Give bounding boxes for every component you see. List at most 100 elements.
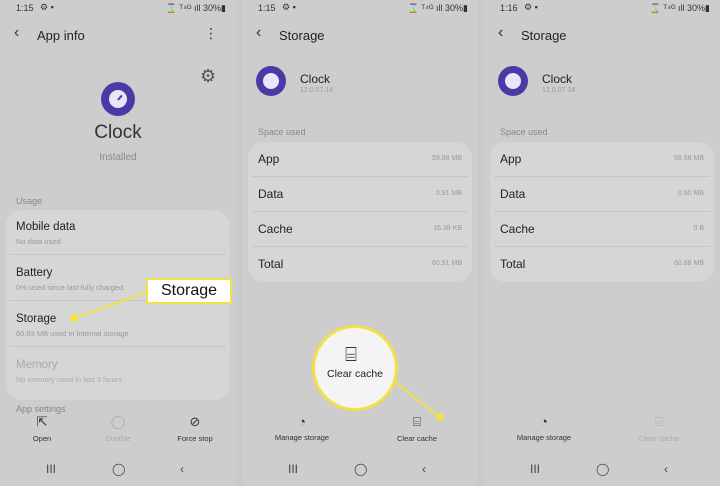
disable-icon: ◯ [110,414,126,429]
divider [494,246,710,247]
cache-size-row: Cache 0 B [500,222,704,242]
usage-section-label: Usage [16,196,43,206]
status-time: 1:15 [258,3,276,13]
row-label: Cache [500,222,535,236]
status-icons-right: ⌛ ᵀ⁴ᴳ ıll 30%▮ [165,3,226,13]
total-size-row: Total 60.88 MB [500,257,704,277]
clock-app-icon [498,66,528,96]
disable-button[interactable]: ◯ Disable [98,414,138,443]
manage-storage-label: Manage storage [516,433,572,442]
open-button[interactable]: ⇱ Open [26,414,58,443]
page-title: Storage [521,28,567,43]
storage-sub: 60.93 MB used in Internal storage [16,329,129,338]
app-bar: ‹ App info ⋮ [0,20,236,50]
space-used-label: Space used [500,127,548,137]
clear-cache-icon: ⌸ [345,344,357,366]
clear-cache-button[interactable]: ⌸ Clear cache [634,414,684,443]
row-label: App [258,152,280,166]
divider [10,254,226,255]
clear-cache-callout-label: Clear cache [326,368,384,380]
install-status: Installed [99,152,137,163]
manage-storage-label: Manage storage [274,433,330,442]
divider [494,176,710,177]
data-size-row: Data 0.91 MB [258,187,462,207]
app-info-screen: 1:15 ⚙ ▪ ⌛ ᵀ⁴ᴳ ıll 30%▮ ‹ App info ⋮ ⚙ C… [0,0,236,486]
memory-title: Memory [16,359,58,371]
recents-icon[interactable]: III [46,462,56,476]
open-external-icon: ⇱ [36,414,48,429]
status-bar: 1:15 ⚙ ▪ ⌛ ᵀ⁴ᴳ ıll 30%▮ [242,0,478,16]
force-stop-button[interactable]: ⊘ Force stop [172,414,218,443]
app-name: Clock [94,122,142,143]
status-icons-left: ⚙ ▪ [40,2,54,12]
nav-back-icon[interactable]: ‹ [664,462,668,476]
clear-cache-label: Clear cache [396,434,438,443]
manage-storage-button[interactable]: ◔ Manage storage [270,414,334,442]
status-icons-right: ⌛ ᵀ⁴ᴳ ıll 30%▮ [407,3,468,13]
status-icons-left: ⚙ ▪ [282,2,296,12]
status-icons-right: ⌛ ᵀ⁴ᴳ ıll 30%▮ [649,3,710,13]
divider [10,346,226,347]
manage-storage-icon: ◔ [540,414,548,429]
manage-storage-button[interactable]: ◔ Manage storage [512,414,576,442]
row-value: 0 B [693,225,704,232]
cache-size-row: Cache 16.38 KB [258,222,462,242]
app-version: 12.0.07.14 [300,87,334,94]
divider [252,211,468,212]
row-label: Data [258,187,284,201]
divider [252,176,468,177]
clear-cache-callout-dot [436,413,444,421]
nav-back-icon[interactable]: ‹ [180,462,184,476]
home-icon[interactable]: ◯ [112,462,125,476]
clear-cache-icon: ⌸ [655,414,663,429]
app-name: Clock [542,72,573,86]
nav-back-icon[interactable]: ‹ [422,462,426,476]
status-icons-left: ⚙ ▪ [524,2,538,12]
manage-storage-icon: ◔ [298,414,306,429]
space-used-label: Space used [258,127,306,137]
page-title: App info [37,28,85,43]
row-value: 60.91 MB [432,260,462,267]
clock-app-icon [256,66,286,96]
home-icon[interactable]: ◯ [354,462,367,476]
back-arrow-icon[interactable]: ‹ [14,24,19,42]
back-arrow-icon[interactable]: ‹ [498,24,503,42]
battery-title: Battery [16,267,53,279]
total-size-row: Total 60.91 MB [258,257,462,277]
clock-app-icon [101,82,135,116]
app-settings-section-label: App settings [16,404,66,414]
back-arrow-icon[interactable]: ‹ [256,24,261,42]
recents-icon[interactable]: III [530,462,540,476]
mobile-data-title: Mobile data [16,221,76,233]
row-value: 59.98 MB [432,155,462,162]
row-value: 0.91 MB [435,190,462,197]
app-size-row: App 59.98 MB [500,152,704,172]
recents-icon[interactable]: III [288,462,298,476]
status-bar: 1:16 ⚙ ▪ ⌛ ᵀ⁴ᴳ ıll 30%▮ [484,0,720,16]
app-bar: ‹ Storage [242,20,478,50]
bottom-action-bar: ◔ Manage storage ⌸ Clear cache [484,414,720,454]
more-options-icon[interactable]: ⋮ [204,25,218,42]
home-icon[interactable]: ◯ [596,462,609,476]
page-title: Storage [279,28,325,43]
force-stop-label: Force stop [177,434,213,443]
battery-sub: 0% used since last fully charged [16,283,124,292]
status-time: 1:15 [16,3,34,13]
nav-bar: III ◯ ‹ [0,460,236,480]
clear-cache-label: Clear cache [638,434,680,443]
clear-cache-button[interactable]: ⌸ Clear cache [392,414,442,443]
divider [494,211,710,212]
mobile-data-sub: No data used [16,237,61,246]
row-value: 0.90 MB [677,190,704,197]
open-label: Open [32,434,52,443]
row-value: 59.98 MB [674,155,704,162]
status-time: 1:16 [500,3,518,13]
app-bar: ‹ Storage [484,20,720,50]
storage-screen-after: 1:16 ⚙ ▪ ⌛ ᵀ⁴ᴳ ıll 30%▮ ‹ Storage Clock … [484,0,720,486]
settings-gear-icon[interactable]: ⚙ [200,66,216,87]
storage-callout-dot [70,314,78,322]
storage-callout: Storage [146,278,232,304]
row-label: Total [258,257,284,271]
divider [252,246,468,247]
row-value: 16.38 KB [433,225,462,232]
